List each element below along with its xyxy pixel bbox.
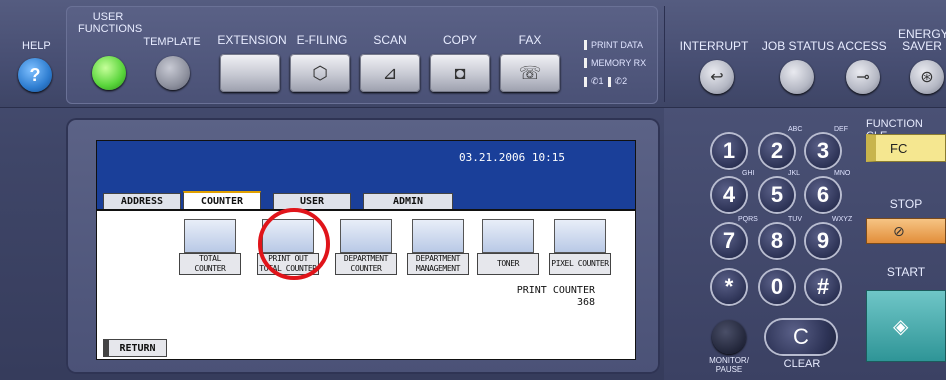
key-3[interactable]: 3 — [806, 134, 840, 168]
function-clear-button[interactable]: FC — [866, 134, 946, 162]
template-button[interactable] — [156, 56, 190, 90]
pixel-counter-icon — [554, 219, 606, 253]
help-label: HELP — [22, 40, 51, 52]
stop-button[interactable]: ⊘ — [866, 218, 946, 244]
e-filing-button[interactable]: ⬡ — [290, 54, 350, 92]
memory-rx-indicator: MEMORY RX — [584, 58, 646, 68]
key-5-letters: JKL — [788, 170, 801, 177]
clear-button[interactable]: C — [766, 320, 836, 354]
printout-icon — [262, 219, 314, 253]
clear-label: CLEAR — [783, 358, 821, 370]
indicator-led — [584, 76, 587, 87]
scan-button[interactable]: ⊿ — [360, 54, 420, 92]
job-status-button[interactable] — [780, 60, 814, 94]
total-counter-button[interactable]: TOTAL COUNTER — [179, 219, 241, 275]
counter-panel: TOTAL COUNTER PRINT OUT TOTAL COUNTER DEPA… — [97, 209, 635, 359]
key-4-letters: GHI — [742, 170, 755, 177]
interrupt-label: INTERRUPT — [679, 39, 749, 53]
start-label: START — [886, 265, 926, 279]
fax-label: FAX — [518, 33, 542, 47]
key-1[interactable]: 1 — [712, 134, 746, 168]
monitor-pause-label: MONITOR/ PAUSE — [709, 356, 749, 374]
pixel-counter-button[interactable]: PIXEL COUNTER — [549, 219, 611, 275]
scan-label: SCAN — [373, 33, 407, 47]
print-out-total-counter-button[interactable]: PRINT OUT TOTAL COUNTER — [257, 219, 319, 275]
energy-saver-label: ENERGY SAVER — [898, 27, 946, 53]
stop-label: STOP — [889, 197, 923, 211]
tab-admin[interactable]: ADMIN — [363, 193, 453, 209]
key-6[interactable]: 6 — [806, 178, 840, 212]
stop-icon: ⊘ — [893, 222, 905, 239]
key-9[interactable]: 9 — [806, 224, 840, 258]
monitor-pause-button[interactable] — [712, 320, 746, 354]
box-icon: ⬡ — [312, 62, 328, 83]
indicator-led — [584, 40, 587, 50]
user-functions-label: USER FUNCTIONS — [78, 11, 143, 35]
template-label: TEMPLATE — [143, 36, 201, 48]
date-time: 03.21.2006 10:15 — [459, 151, 565, 164]
tab-address[interactable]: ADDRESS — [103, 193, 181, 209]
department-counter-icon — [340, 219, 392, 253]
e-filing-label: e-FILING — [296, 33, 348, 47]
indicator-led — [607, 76, 611, 87]
counter-icon — [184, 219, 236, 253]
print-data-indicator: PRINT DATA — [584, 40, 643, 50]
indicator-led — [584, 58, 587, 68]
key-icon: ⊸ — [856, 69, 870, 86]
copier-control-panel: HELP ? USER FUNCTIONS TEMPLATE EXTENSION… — [0, 0, 946, 380]
key-6-letters: MNO — [834, 170, 851, 177]
job-status-label: JOB STATUS — [761, 39, 835, 53]
copy-button[interactable]: ◘ — [430, 54, 490, 92]
key-5[interactable]: 5 — [760, 178, 794, 212]
panel-divider — [664, 6, 665, 102]
question-icon: ? — [29, 64, 41, 85]
key-8[interactable]: 8 — [760, 224, 794, 258]
access-button[interactable]: ⊸ — [846, 60, 880, 94]
tab-row: ADDRESS COUNTER USER ADMIN — [97, 191, 635, 209]
key-management-icon — [412, 219, 464, 253]
fax-button[interactable]: ☏ — [500, 54, 560, 92]
return-button[interactable]: RETURN — [103, 339, 167, 357]
screen-header: 03.21.2006 10:15 — [97, 141, 635, 193]
key-9-letters: WXYZ — [832, 216, 853, 223]
user-functions-button[interactable] — [92, 56, 126, 90]
key-hash[interactable]: # — [806, 270, 840, 304]
power-icon: ⊛ — [920, 69, 934, 86]
key-0[interactable]: 0 — [760, 270, 794, 304]
touchscreen: 03.21.2006 10:15 ADDRESS COUNTER USER AD… — [96, 140, 636, 360]
key-8-letters: TUV — [788, 216, 802, 223]
print-counter-label: PRINT COUNTER — [516, 285, 595, 296]
print-counter-value: 368 — [576, 297, 595, 308]
tab-user[interactable]: USER — [273, 193, 351, 209]
top-control-strip: HELP ? USER FUNCTIONS TEMPLATE EXTENSION… — [0, 0, 946, 108]
interrupt-button[interactable]: ↩ — [700, 60, 734, 94]
toner-icon — [482, 219, 534, 253]
key-2-letters: ABC — [788, 126, 803, 133]
toner-button[interactable]: TONER — [477, 219, 539, 275]
scan-icon: ⊿ — [382, 62, 398, 83]
extension-label: EXTENSION — [217, 33, 287, 47]
department-management-button[interactable]: DEPARTMENT MANAGEMENT — [407, 219, 469, 275]
key-7[interactable]: 7 — [712, 224, 746, 258]
help-button[interactable]: ? — [18, 58, 52, 92]
start-icon: ◈ — [893, 315, 909, 338]
print-counter-readout: PRINT COUNTER 368 — [517, 285, 595, 309]
access-label: ACCESS — [837, 39, 887, 53]
copy-label: COPY — [442, 33, 477, 47]
interrupt-icon: ↩ — [710, 69, 724, 86]
key-7-letters: PQRS — [738, 216, 758, 223]
key-asterisk[interactable]: * — [712, 270, 746, 304]
key-2[interactable]: 2 — [760, 134, 794, 168]
tab-counter[interactable]: COUNTER — [183, 191, 261, 209]
department-counter-button[interactable]: DEPARTMENT COUNTER — [335, 219, 397, 275]
energy-saver-button[interactable]: ⊛ — [910, 60, 944, 94]
line-indicators: ✆1 ✆2 — [584, 76, 627, 87]
key-3-letters: DEF — [834, 126, 848, 133]
start-button[interactable]: ◈ — [866, 290, 946, 362]
copy-icon: ◘ — [454, 62, 466, 83]
fax-icon: ☏ — [518, 62, 542, 83]
key-4[interactable]: 4 — [712, 178, 746, 212]
extension-button[interactable] — [220, 54, 280, 92]
